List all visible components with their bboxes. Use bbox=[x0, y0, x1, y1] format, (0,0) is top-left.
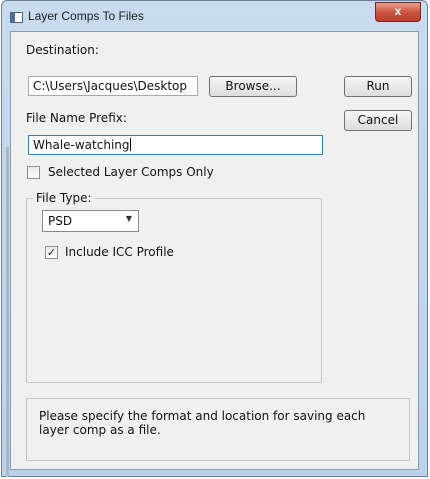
selected-comps-checkbox[interactable] bbox=[27, 166, 40, 179]
title-bar[interactable]: Layer Comps To Files x bbox=[2, 1, 427, 31]
dropdown-arrow-icon: ▼ bbox=[125, 214, 132, 223]
prefix-field[interactable]: Whale-watching bbox=[28, 135, 323, 155]
window-title: Layer Comps To Files bbox=[28, 9, 144, 23]
selected-comps-label: Selected Layer Comps Only bbox=[48, 165, 214, 179]
help-message-box: Please specify the format and location f… bbox=[26, 398, 410, 461]
file-type-value: PSD bbox=[48, 214, 73, 228]
include-icc-checkbox[interactable]: ✓ bbox=[45, 246, 58, 259]
run-button[interactable]: Run bbox=[344, 76, 412, 97]
prefix-label: File Name Prefix: bbox=[26, 111, 127, 125]
dialog-body: Destination: C:\Users\Jacques\Desktop Br… bbox=[10, 31, 419, 470]
close-button[interactable]: x bbox=[375, 2, 421, 22]
browse-button[interactable]: Browse... bbox=[209, 76, 297, 97]
prefix-value: Whale-watching bbox=[33, 138, 130, 152]
cancel-button[interactable]: Cancel bbox=[344, 110, 412, 131]
destination-label: Destination: bbox=[26, 43, 99, 57]
file-type-legend: File Type: bbox=[33, 191, 95, 205]
file-type-dropdown[interactable]: PSD ▼ bbox=[42, 210, 139, 232]
include-icc-label: Include ICC Profile bbox=[65, 245, 174, 259]
dialog-window: Layer Comps To Files x Destination: C:\U… bbox=[1, 0, 428, 477]
background-window-edge bbox=[6, 147, 9, 477]
destination-field[interactable]: C:\Users\Jacques\Desktop bbox=[28, 76, 198, 96]
text-caret bbox=[129, 138, 131, 151]
app-window-icon bbox=[10, 12, 23, 23]
file-type-group: File Type: PSD ▼ ✓ Include ICC Profile bbox=[26, 191, 322, 383]
help-message: Please specify the format and location f… bbox=[39, 409, 366, 437]
